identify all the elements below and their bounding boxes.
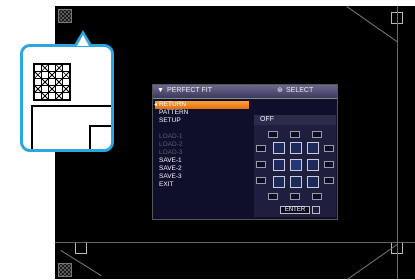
enter-button-icon	[312, 206, 320, 214]
adjust-left-upper-button[interactable]	[256, 145, 266, 152]
menu-item-save-1[interactable]: SAVE-1	[155, 157, 249, 165]
keystone-tile-4[interactable]	[273, 159, 285, 171]
enter-label: ENTER	[284, 207, 306, 213]
menu-item-save-3[interactable]: SAVE-3	[155, 173, 249, 181]
menu-item-label: SETUP	[159, 117, 181, 124]
select-hint: SELECT	[286, 87, 314, 94]
keystone-tile-1[interactable]	[273, 142, 285, 154]
bottom-left-grid-icon	[58, 263, 72, 277]
select-button-icon: ⊛	[277, 87, 283, 94]
keystone-tile-9[interactable]	[307, 176, 319, 188]
menu-item-label: SAVE-1	[159, 157, 182, 164]
pattern-value-box: OFF	[254, 115, 336, 125]
menu-header: ▼ PERFECT FIT ⊛ SELECT	[153, 85, 337, 99]
magnified-grid-icon	[33, 63, 71, 101]
menu-item-load-3[interactable]: LOAD-3	[155, 149, 249, 157]
keystone-tile-8[interactable]	[290, 176, 302, 188]
menu-item-setup[interactable]: SETUP	[155, 117, 249, 125]
magnified-corner-h	[89, 125, 111, 127]
menu-item-label: LOAD-3	[159, 149, 183, 156]
magnified-border-vertical	[31, 105, 33, 149]
keystone-tile-7[interactable]	[273, 176, 285, 188]
adjust-top-left-button[interactable]	[268, 131, 278, 138]
keystone-tile-3[interactable]	[307, 142, 319, 154]
guide-line-bottom-right	[347, 243, 399, 280]
menu-item-exit[interactable]: EXIT	[155, 181, 249, 189]
menu-spacer	[155, 125, 249, 133]
adjust-bottom-right-button[interactable]	[312, 193, 322, 200]
menu-item-label: SAVE-3	[159, 173, 182, 180]
adjust-right-lower-button[interactable]	[324, 177, 334, 184]
selection-marker-icon: ◂	[154, 102, 158, 108]
top-left-grid-icon	[58, 9, 72, 23]
perfect-fit-menu: ▼ PERFECT FIT ⊛ SELECT ◂ RETURN PATTERN SET…	[152, 84, 338, 220]
corner-marker-bottom-left	[75, 242, 87, 254]
menu-item-save-2[interactable]: SAVE-2	[155, 165, 249, 173]
adjust-left-lower-button[interactable]	[256, 177, 266, 184]
magnified-corner-v	[89, 125, 91, 149]
callout-pointer-inner	[77, 35, 89, 46]
menu-item-label: LOAD-2	[159, 141, 183, 148]
menu-item-label: SAVE-2	[159, 165, 182, 172]
menu-item-label: LOAD-1	[159, 133, 183, 140]
menu-item-label: RETURN	[159, 101, 187, 108]
menu-item-pattern[interactable]: PATTERN	[155, 109, 249, 117]
keystone-tile-5[interactable]	[290, 159, 302, 171]
adjust-bottom-center-button[interactable]	[290, 193, 300, 200]
menu-item-label: EXIT	[159, 181, 174, 188]
perfect-fit-illustration: ▼ PERFECT FIT ⊛ SELECT ◂ RETURN PATTERN SET…	[0, 0, 415, 280]
pattern-value: OFF	[260, 116, 274, 123]
adjust-top-center-button[interactable]	[290, 131, 300, 138]
magnified-border-horizontal	[31, 105, 111, 107]
adjust-right-middle-button[interactable]	[324, 161, 334, 168]
adjust-right-upper-button[interactable]	[324, 145, 334, 152]
perfect-fit-icon: ▼	[157, 87, 164, 94]
keystone-tile-2[interactable]	[290, 142, 302, 154]
menu-title: PERFECT FIT	[167, 87, 212, 94]
zoom-callout	[20, 44, 114, 152]
guide-line-vertical	[397, 6, 398, 279]
adjust-left-middle-button[interactable]	[256, 161, 266, 168]
menu-item-load-1[interactable]: LOAD-1	[155, 133, 249, 141]
enter-button[interactable]: ENTER	[280, 206, 310, 214]
adjust-top-right-button[interactable]	[312, 131, 322, 138]
pattern-panel: OFF ENTER	[254, 115, 336, 217]
menu-item-return[interactable]: ◂ RETURN	[154, 101, 249, 109]
menu-item-load-2[interactable]: LOAD-2	[155, 141, 249, 149]
menu-item-label: PATTERN	[159, 109, 189, 116]
adjust-bottom-left-button[interactable]	[268, 193, 278, 200]
keystone-tile-6[interactable]	[307, 159, 319, 171]
menu-list: ◂ RETURN PATTERN SETUP LOAD-1 LOAD-2 LOAD-3 SAV…	[154, 101, 249, 189]
guide-line-horizontal	[55, 242, 415, 243]
